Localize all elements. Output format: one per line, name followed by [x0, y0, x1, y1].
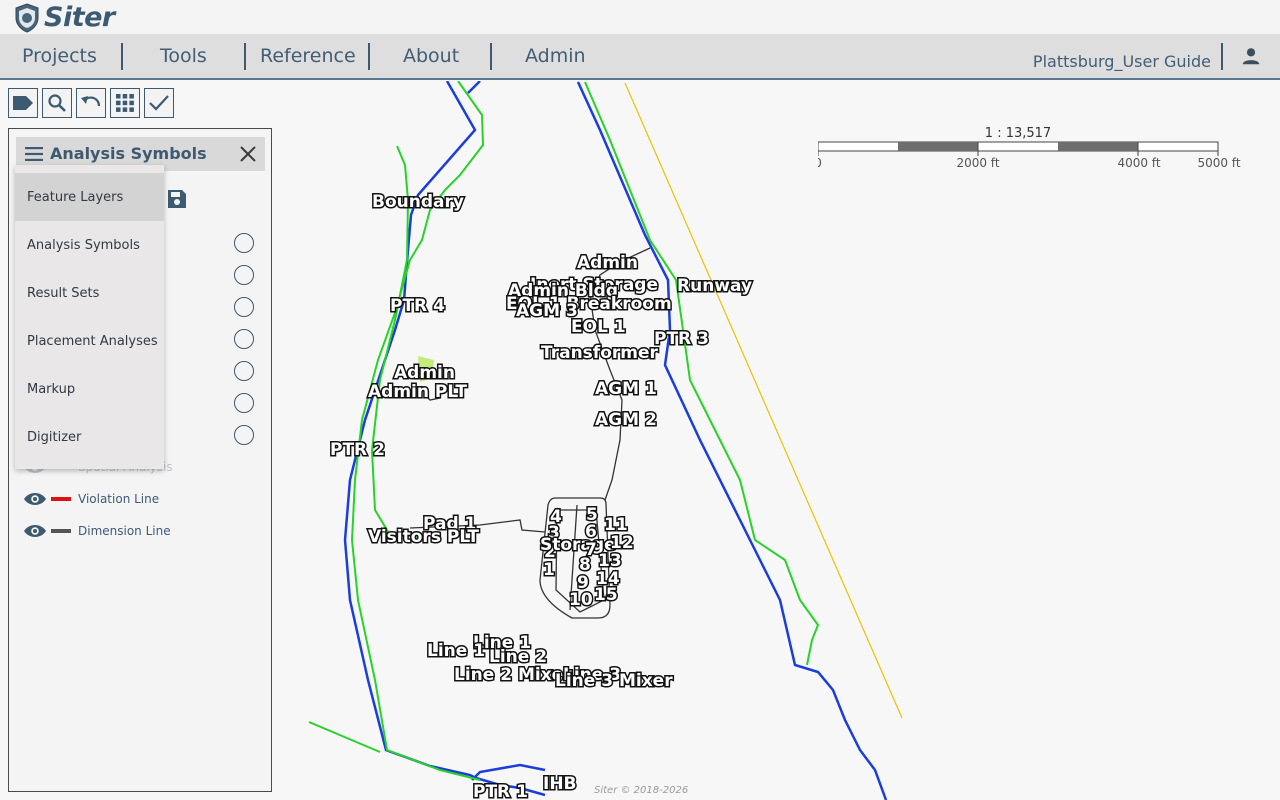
- title-bar: Siter: [0, 0, 1280, 34]
- close-icon[interactable]: [240, 146, 256, 162]
- check-icon: [149, 95, 169, 111]
- map-label: Visitors PLT: [368, 527, 479, 547]
- menu-separator: [368, 43, 370, 70]
- menu-about[interactable]: About: [403, 45, 459, 67]
- map-label: Runway: [677, 276, 752, 296]
- panel-title: Analysis Symbols: [50, 144, 207, 163]
- layer-label: Violation Line: [78, 492, 160, 506]
- dropdown-item-analysis-symbols[interactable]: Analysis Symbols: [15, 221, 164, 269]
- symbol-radio[interactable]: [234, 361, 254, 381]
- menu-admin[interactable]: Admin: [525, 45, 586, 67]
- app-name: Siter: [44, 2, 115, 33]
- map-label: Admin: [394, 363, 455, 383]
- dropdown-item-digitizer[interactable]: Digitizer: [15, 413, 164, 461]
- map-label: AGM 1: [595, 379, 657, 399]
- map-label: PTR 3: [654, 329, 709, 349]
- user-icon[interactable]: [1240, 45, 1262, 67]
- check-tool-button[interactable]: [144, 88, 174, 118]
- boundary-line-blue-top: [467, 81, 481, 94]
- save-icon[interactable]: [167, 189, 187, 209]
- menu-bar: Projects Tools Reference About Admin Pla…: [0, 34, 1280, 80]
- map-label: Line 3 Mixer: [555, 671, 673, 691]
- menu-separator: [1221, 43, 1223, 70]
- boundary-line-blue-south: [471, 763, 546, 781]
- undo-tool-button[interactable]: [76, 88, 106, 118]
- layer-row[interactable]: Dimension Line: [23, 521, 171, 541]
- menu-projects[interactable]: Projects: [22, 45, 97, 67]
- map-label: PTR 1: [473, 782, 528, 800]
- dropdown-item-result-sets[interactable]: Result Sets: [15, 269, 164, 317]
- map-label: 15: [594, 585, 618, 605]
- menu-reference[interactable]: Reference: [260, 45, 356, 67]
- scale-bar: 1 : 13,517 0 2000 ft 4000 ft 5000 ft: [814, 123, 1258, 183]
- dropdown-item-placement-analyses[interactable]: Placement Analyses: [15, 317, 164, 365]
- map-label: Transformer: [541, 343, 659, 363]
- search-icon: [48, 94, 66, 112]
- boundary-line-blue-east: [576, 81, 888, 800]
- symbol-radio[interactable]: [234, 393, 254, 413]
- map-label: Admin PLT: [368, 382, 467, 402]
- menu-separator: [490, 43, 492, 70]
- symbol-radio[interactable]: [234, 233, 254, 253]
- panel-dropdown-menu: Feature Layers Analysis Symbols Result S…: [15, 165, 164, 469]
- map-label: PTR 2: [330, 440, 385, 460]
- scale-ratio: 1 : 13,517: [985, 126, 1051, 141]
- siter-logo[interactable]: Siter: [14, 2, 115, 33]
- map-label: Line 1: [427, 641, 485, 661]
- boundary-line-green-sw: [308, 721, 381, 753]
- symbol-radio[interactable]: [234, 265, 254, 285]
- eye-icon[interactable]: [23, 523, 47, 539]
- scale-tick: 4000 ft: [1117, 156, 1160, 170]
- map-label: 11: [604, 515, 628, 535]
- analysis-symbols-panel: Analysis Symbols Spatial Analysis Violat…: [8, 128, 272, 792]
- map-label: Line 2: [489, 647, 547, 667]
- layer-row[interactable]: Violation Line: [23, 489, 159, 509]
- scale-tick: 5000 ft: [1197, 156, 1240, 170]
- scale-tick: 0: [818, 156, 822, 170]
- hamburger-menu-icon[interactable]: [25, 147, 43, 161]
- map-label: PTR 4: [390, 296, 445, 316]
- symbol-radio[interactable]: [234, 329, 254, 349]
- layer-symbol: [51, 497, 71, 501]
- grid-icon: [116, 94, 134, 112]
- map-label: 10: [569, 590, 593, 610]
- boundary-line-green-east: [584, 81, 820, 666]
- shield-icon: [15, 2, 39, 33]
- menu-tools[interactable]: Tools: [160, 45, 207, 67]
- map-label: 8: [579, 555, 591, 575]
- map-toolbar: [8, 88, 174, 118]
- search-tool-button[interactable]: [42, 88, 72, 118]
- dropdown-item-feature-layers[interactable]: Feature Layers: [15, 173, 164, 221]
- map-label: AGM 3: [516, 301, 578, 321]
- layer-label: Dimension Line: [78, 524, 171, 538]
- copyright-text: Siter © 2018-2026: [594, 785, 689, 796]
- layer-symbol: [51, 529, 71, 533]
- grid-tool-button[interactable]: [110, 88, 140, 118]
- map-label: 13: [598, 551, 622, 571]
- eye-icon[interactable]: [23, 491, 47, 507]
- menu-separator: [244, 43, 246, 70]
- map-label: IHB: [543, 774, 577, 794]
- map-label: Admin: [577, 253, 638, 273]
- scale-tick: 2000 ft: [956, 156, 999, 170]
- menu-separator: [121, 43, 123, 70]
- map-label: AGM 2: [595, 410, 657, 430]
- label-tool-button[interactable]: [8, 88, 38, 118]
- boundary-line-blue: [343, 81, 546, 797]
- dropdown-item-markup[interactable]: Markup: [15, 365, 164, 413]
- symbol-radio[interactable]: [234, 297, 254, 317]
- undo-icon: [81, 96, 101, 107]
- map-label: Boundary: [372, 192, 464, 212]
- user-guide-link[interactable]: Plattsburg_User Guide: [1033, 52, 1211, 71]
- symbol-radio[interactable]: [234, 425, 254, 445]
- map-label: 1: [543, 560, 555, 580]
- map-label: EOL 1: [571, 317, 626, 337]
- map-label: 12: [610, 533, 634, 553]
- label-icon: [13, 96, 33, 110]
